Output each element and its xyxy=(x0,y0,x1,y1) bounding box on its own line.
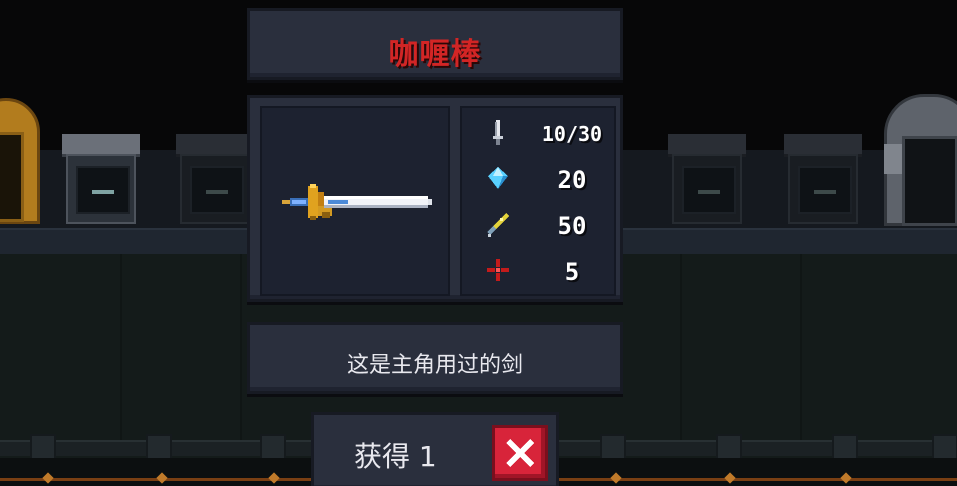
stat-row-ammo: 10/30 xyxy=(472,116,612,150)
critical-syringe-icon xyxy=(487,213,509,237)
close-button[interactable] xyxy=(492,425,548,481)
stone-doorway xyxy=(884,94,957,226)
stat-row-energy: 20 xyxy=(472,162,612,196)
floor-seam xyxy=(120,254,122,444)
item-preview-frame xyxy=(260,106,450,296)
item-name: 咖喱棒 xyxy=(388,37,482,72)
display-pedestal xyxy=(668,134,746,224)
item-name-panel: 咖喱棒 xyxy=(247,8,623,80)
item-description: 这是主角用过的剑 xyxy=(346,353,523,378)
item-description-panel: 这是主角用过的剑 xyxy=(247,322,623,394)
stats-list: 10/30 20 50 5 xyxy=(460,106,616,296)
red-crosshair-icon xyxy=(487,259,509,281)
display-pedestal xyxy=(62,134,140,224)
stat-row-crit: 50 xyxy=(472,208,612,242)
obtain-count-label: 获得 1 xyxy=(354,440,437,473)
floor-seam xyxy=(800,254,802,444)
stat-value: 10/30 xyxy=(541,122,603,146)
floor-seam xyxy=(240,254,242,444)
golden-doorway xyxy=(0,98,40,224)
stat-value: 50 xyxy=(557,212,587,240)
stat-value: 5 xyxy=(564,258,580,286)
display-pedestal xyxy=(176,134,254,224)
dagger-icon xyxy=(493,120,503,145)
close-icon xyxy=(506,439,534,467)
stat-value: 20 xyxy=(557,166,587,194)
item-stats-panel: 10/30 20 50 5 xyxy=(247,95,623,302)
blue-crystal-energy-icon xyxy=(488,167,508,189)
obtain-panel: 获得 1 xyxy=(311,412,559,486)
stat-row-precision: 5 xyxy=(472,254,612,288)
display-pedestal xyxy=(784,134,862,224)
sword-icon xyxy=(282,184,432,220)
game-scene: 咖喱棒 10/30 20 50 5 这是主角用过的剑 获得 1 xyxy=(0,0,957,486)
floor-seam xyxy=(680,254,682,444)
